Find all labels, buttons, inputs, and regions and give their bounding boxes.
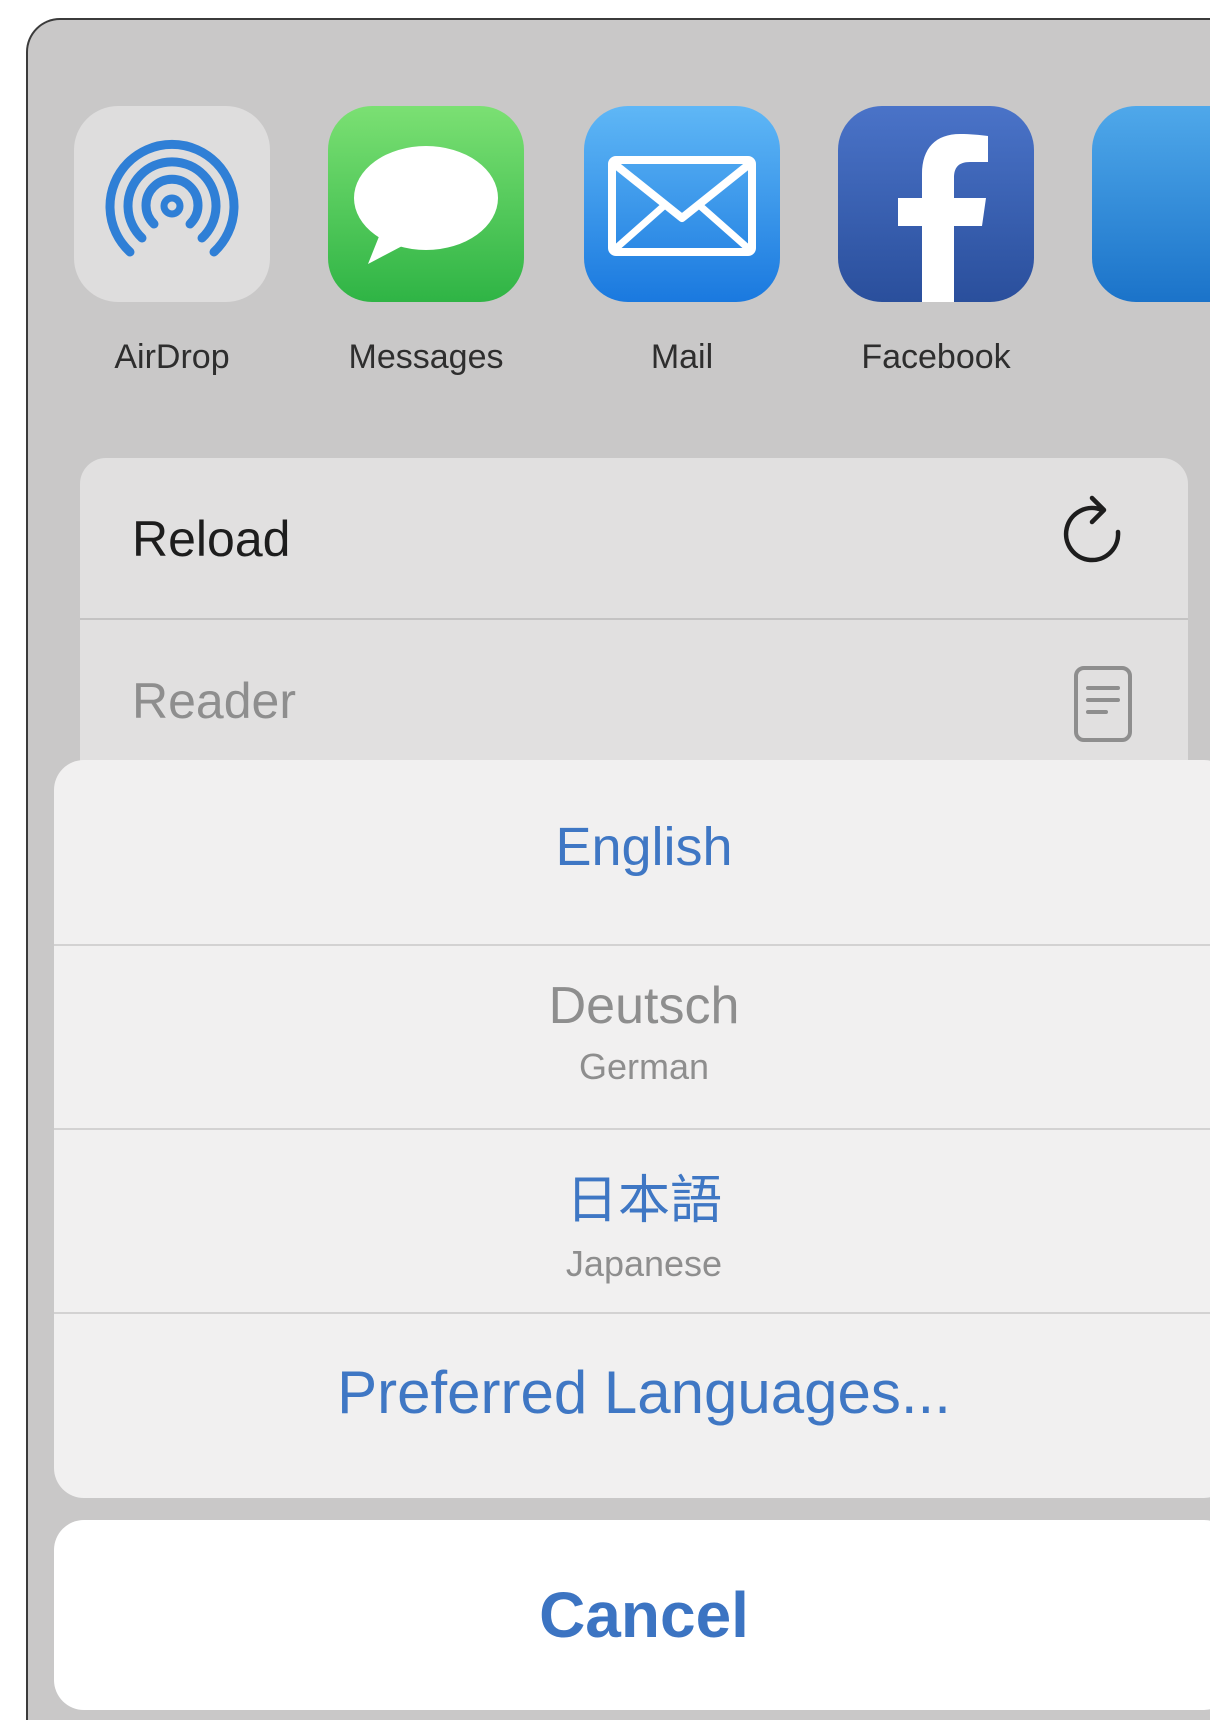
app-label-messages: Messages: [348, 338, 504, 376]
share-app-row: AirDrop Messages Mail Facebook: [28, 20, 1210, 440]
facebook-app[interactable]: Facebook: [838, 106, 1034, 406]
language-option-english[interactable]: English: [54, 816, 1210, 878]
reload-icon: [1062, 492, 1142, 582]
share-sheet-screen: AirDrop Messages Mail Facebook Reload Re…: [26, 18, 1210, 1720]
messages-app[interactable]: Messages: [328, 106, 524, 406]
preferred-languages-label: Preferred Languages...: [337, 1359, 951, 1426]
language-subtitle: German: [578, 1046, 710, 1087]
language-name: Deutsch: [548, 977, 740, 1035]
app-icon: [1092, 106, 1210, 302]
messages-icon: [328, 106, 524, 302]
app-label-facebook: Facebook: [861, 338, 1011, 376]
preferred-languages-button[interactable]: Preferred Languages...: [54, 1358, 1210, 1427]
reader-action[interactable]: Reader: [80, 620, 1188, 780]
language-name: 日本語: [565, 1172, 722, 1230]
sheet-divider: [54, 944, 1210, 946]
language-action-sheet: English Deutsch German 日本語 Japanese Pref…: [54, 760, 1210, 1498]
sheet-divider: [54, 1128, 1210, 1130]
partial-app[interactable]: [1092, 106, 1210, 406]
cancel-label: Cancel: [539, 1579, 749, 1651]
mail-app[interactable]: Mail: [584, 106, 780, 406]
facebook-icon: [838, 106, 1034, 302]
mail-icon: [584, 106, 780, 302]
language-name: English: [555, 817, 733, 877]
app-label-airdrop: AirDrop: [114, 338, 230, 376]
airdrop-icon: [74, 106, 270, 302]
reload-label: Reload: [132, 511, 291, 567]
sheet-divider: [54, 1312, 1210, 1314]
reload-action[interactable]: Reload: [80, 458, 1188, 618]
language-option-japanese[interactable]: 日本語 Japanese: [54, 1158, 1210, 1285]
airdrop-app[interactable]: AirDrop: [74, 106, 270, 406]
app-label-mail: Mail: [650, 338, 714, 376]
language-subtitle: Japanese: [565, 1243, 723, 1284]
reader-label: Reader: [132, 673, 296, 729]
cancel-button[interactable]: Cancel: [54, 1520, 1210, 1710]
language-option-german[interactable]: Deutsch German: [54, 976, 1210, 1088]
reader-icon: [1062, 654, 1142, 744]
